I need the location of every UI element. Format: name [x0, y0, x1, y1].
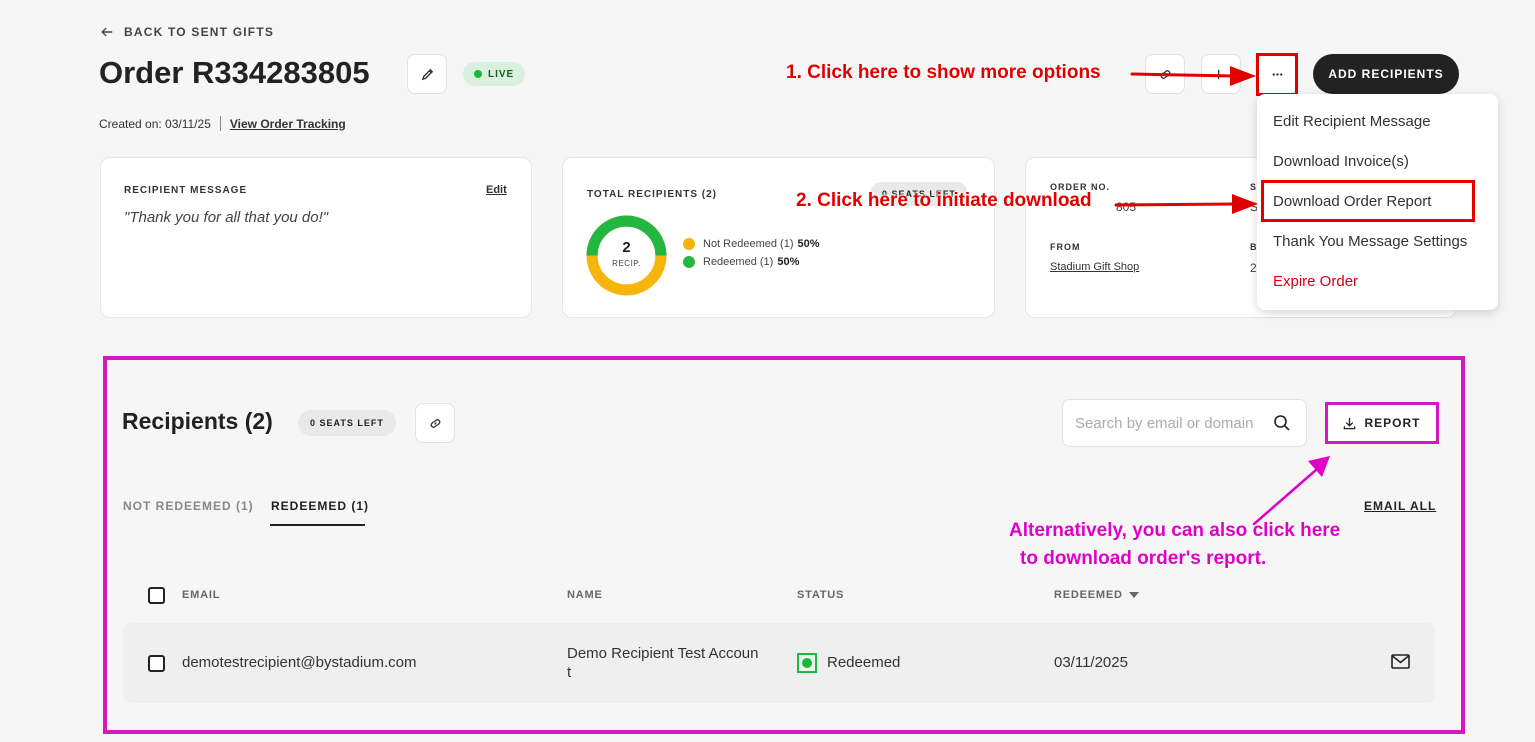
arrow-left-icon — [101, 27, 113, 37]
row-name-line2: t — [567, 664, 572, 681]
recipient-message-card: RECIPIENT MESSAGE Edit "Thank you for al… — [100, 157, 532, 318]
column-header-name[interactable]: NAME — [567, 589, 603, 601]
from-label: FROM — [1050, 242, 1081, 252]
download-icon — [1344, 417, 1356, 429]
column-header-redeemed[interactable]: REDEEMED — [1054, 589, 1139, 601]
annotation-alt-line1: Alternatively, you can also click here — [1009, 520, 1341, 541]
legend-label: Redeemed (1) — [703, 256, 774, 268]
legend-redeemed: Redeemed (1) 50% — [683, 256, 799, 268]
column-header-status[interactable]: STATUS — [797, 589, 844, 601]
legend-dot-icon — [683, 238, 695, 250]
row-checkbox[interactable] — [148, 655, 165, 672]
legend-not-redeemed: Not Redeemed (1) 50% — [683, 238, 820, 250]
menu-item-thank-you-settings[interactable]: Thank You Message Settings — [1273, 233, 1467, 250]
annotation-step1: 1. Click here to show more options — [786, 62, 1101, 83]
order-tracking-link[interactable]: View Order Tracking — [230, 117, 346, 131]
sort-desc-icon — [1128, 592, 1139, 598]
annotation-step2: 2. Click here to initiate download — [796, 190, 1092, 211]
order-col2-value2: 2 — [1250, 261, 1257, 275]
legend-dot-icon — [683, 256, 695, 268]
tab-redeemed[interactable]: REDEEMED (1) — [271, 499, 369, 513]
search-icon[interactable] — [1273, 414, 1291, 432]
divider — [219, 116, 221, 131]
status-badge-label: LIVE — [488, 68, 515, 80]
menu-item-expire-order[interactable]: Expire Order — [1273, 273, 1358, 290]
legend-label: Not Redeemed (1) — [703, 238, 794, 250]
email-all-link[interactable]: EMAIL ALL — [1364, 499, 1436, 513]
highlight-download-report — [1261, 180, 1475, 222]
recipient-message-text: "Thank you for all that you do!" — [124, 209, 329, 226]
legend-pct: 50% — [797, 238, 820, 250]
page-title: Order R334283805 — [99, 55, 370, 90]
recipients-title: Recipients (2) — [122, 408, 273, 434]
active-tab-indicator — [270, 524, 365, 526]
pencil-icon — [421, 68, 433, 80]
live-dot-icon — [474, 70, 482, 78]
add-recipients-button[interactable]: ADD RECIPIENTS — [1313, 54, 1459, 94]
email-icon[interactable] — [1391, 654, 1410, 669]
row-email: demotestrecipient@bystadium.com — [182, 654, 417, 671]
copy-recipients-link-button[interactable] — [415, 403, 455, 443]
row-name-line1: Demo Recipient Test Accoun — [567, 645, 759, 662]
card-label: RECIPIENT MESSAGE — [124, 185, 248, 196]
back-link[interactable]: BACK TO SENT GIFTS — [100, 25, 274, 39]
edit-title-button[interactable] — [407, 54, 447, 94]
search-input[interactable] — [1075, 414, 1265, 432]
donut-sublabel: RECIP. — [612, 259, 641, 268]
status-redeemed-icon — [797, 653, 817, 673]
created-info: Created on: 03/11/25 View Order Tracking — [99, 116, 346, 131]
row-status: Redeemed — [827, 654, 901, 671]
column-header-email[interactable]: EMAIL — [182, 589, 220, 601]
link-icon — [430, 418, 440, 428]
search-box — [1062, 399, 1307, 447]
annotation-arrow-icon — [1252, 456, 1330, 526]
report-label: REPORT — [1364, 416, 1421, 430]
column-header-redeemed-label: REDEEMED — [1054, 589, 1123, 601]
annotation-arrow-icon — [1130, 66, 1256, 86]
tab-not-redeemed[interactable]: NOT REDEEMED (1) — [123, 499, 254, 513]
highlight-more-options — [1256, 53, 1298, 96]
select-all-checkbox[interactable] — [148, 587, 165, 604]
legend-pct: 50% — [777, 256, 800, 268]
card-label: TOTAL RECIPIENTS (2) — [587, 189, 718, 200]
row-redeemed-date: 03/11/2025 — [1054, 654, 1128, 671]
download-report-button[interactable]: REPORT — [1325, 402, 1439, 444]
annotation-alt-line2: to download order's report. — [1020, 548, 1267, 569]
edit-message-link[interactable]: Edit — [486, 184, 507, 196]
created-date: Created on: 03/11/25 — [99, 116, 211, 131]
menu-item-download-invoices[interactable]: Download Invoice(s) — [1273, 153, 1409, 170]
back-label: BACK TO SENT GIFTS — [124, 25, 275, 39]
total-recipients-card: TOTAL RECIPIENTS (2) 0 SEATS LEFT 2 RECI… — [562, 157, 995, 318]
from-link[interactable]: Stadium Gift Shop — [1050, 261, 1139, 273]
donut-count: 2 — [622, 239, 631, 256]
menu-item-edit-message[interactable]: Edit Recipient Message — [1273, 113, 1431, 130]
recipients-seats-badge: 0 SEATS LEFT — [298, 410, 396, 436]
status-badge: LIVE — [463, 62, 526, 86]
annotation-arrow-icon — [1114, 194, 1258, 214]
